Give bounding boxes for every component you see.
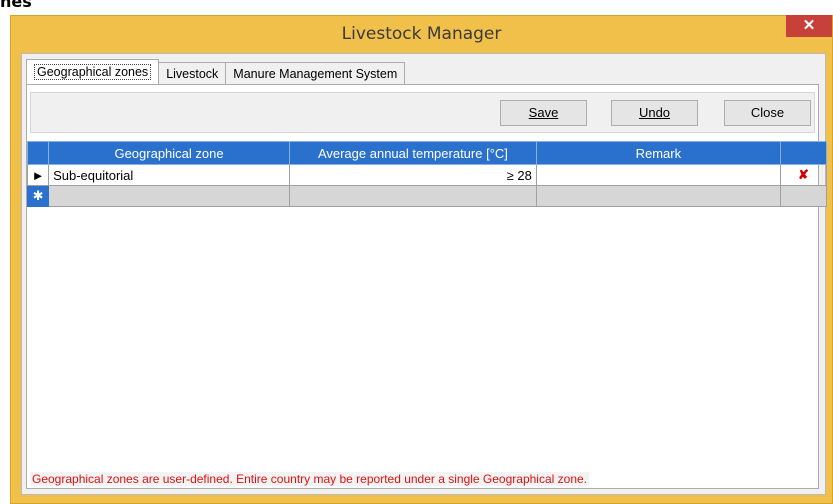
tab-geographical-zones[interactable]: Geographical zones [26, 59, 160, 84]
tab-livestock[interactable]: Livestock [158, 62, 227, 84]
tab-strip: Geographical zones Livestock Manure Mana… [26, 59, 406, 84]
close-label: Close [750, 105, 785, 120]
toolbar: Save Undo Close [30, 92, 815, 133]
close-button[interactable]: Close [724, 100, 811, 126]
window-close-icon[interactable]: ✕ [786, 15, 832, 37]
info-note: Geographical zones are user-defined. Ent… [30, 472, 589, 486]
remark-cell[interactable] [535, 164, 781, 186]
undo-label: Undo [638, 105, 671, 120]
temperature-cell[interactable]: ≥ 28 [288, 164, 537, 186]
column-header-temperature[interactable]: Average annual temperature [°C] [288, 141, 537, 165]
background-window-text: nes [0, 0, 32, 11]
zones-table: Geographical zone Average annual tempera… [26, 141, 828, 207]
livestock-manager-window: Livestock Manager ✕ Geographical zones L… [10, 15, 833, 504]
undo-button[interactable]: Undo [611, 100, 698, 126]
new-row[interactable]: ✱ [26, 185, 828, 207]
window-client-area: Geographical zones Livestock Manure Mana… [21, 53, 828, 495]
column-header-delete [779, 141, 828, 165]
column-header-remark[interactable]: Remark [535, 141, 781, 165]
tab-manure-management-system[interactable]: Manure Management System [225, 62, 406, 84]
save-button[interactable]: Save [500, 100, 587, 126]
column-header-zone[interactable]: Geographical zone [48, 141, 290, 165]
new-temperature-cell[interactable] [288, 185, 537, 207]
new-row-marker-icon: ✱ [26, 185, 50, 207]
header-row: Geographical zone Average annual tempera… [26, 141, 828, 165]
title-bar[interactable]: Livestock Manager ✕ [11, 15, 832, 52]
delete-row-icon[interactable]: ✘ [779, 164, 828, 186]
current-row-indicator-icon[interactable]: ► [26, 164, 50, 186]
new-zone-cell[interactable] [48, 185, 290, 207]
data-grid: Geographical zone Average annual tempera… [26, 141, 828, 207]
table-row[interactable]: ► Sub-equitorial ≥ 28 ✘ [26, 164, 828, 186]
zone-cell[interactable]: Sub-equitorial [48, 164, 290, 186]
window-title: Livestock Manager [341, 24, 502, 44]
new-remark-cell[interactable] [535, 185, 781, 207]
tab-panel: Save Undo Close Geographical zone Averag… [26, 84, 828, 489]
tab-label: Geographical zones [34, 64, 152, 80]
row-header-corner [26, 141, 50, 165]
new-delete-cell [779, 185, 828, 207]
save-label: Save [528, 105, 559, 120]
